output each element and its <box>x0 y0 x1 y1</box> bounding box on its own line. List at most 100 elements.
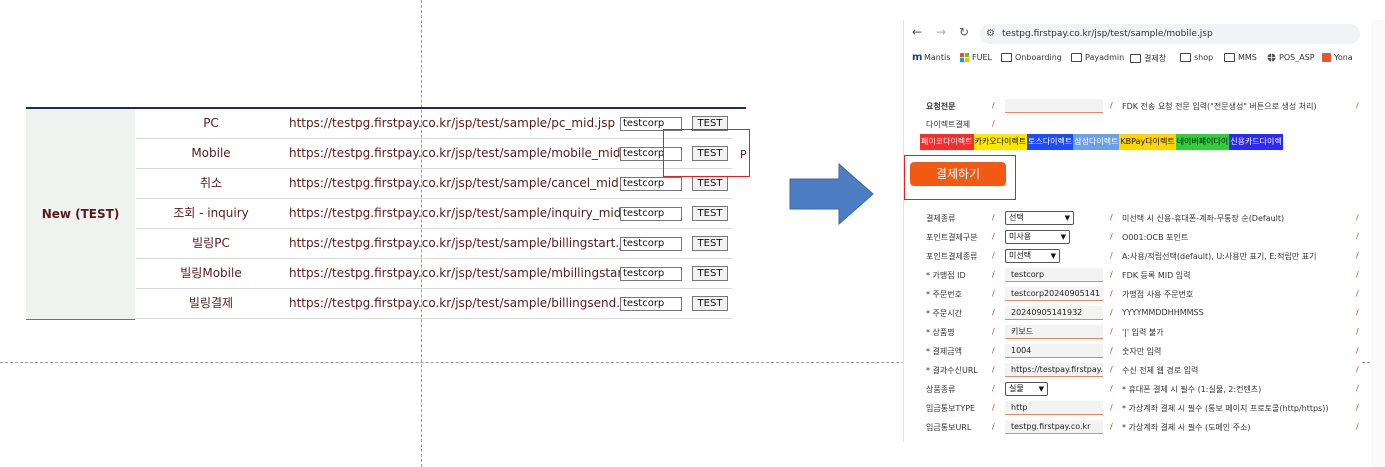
slash: / <box>1110 327 1113 336</box>
field-label: * 가맹점 ID <box>926 271 966 280</box>
field-desc: * 가상계좌 결제 시 필수 (통보 페이지 프로토콜(http/https)) <box>1122 404 1329 413</box>
bookmark-item[interactable]: Payadmin <box>1071 53 1124 62</box>
slash: / <box>1110 308 1113 317</box>
field-desc: 미선택 시 신용-휴대폰-계좌-무통장 순(Default) <box>1122 214 1285 223</box>
direct-pay-button[interactable]: 신용카드다이렉 <box>1229 134 1283 150</box>
slash: / <box>992 422 995 431</box>
highlight-box-left <box>663 129 750 177</box>
slash: / <box>992 101 995 110</box>
row-url: https://testpg.firstpay.co.kr/jsp/test/s… <box>289 296 638 310</box>
bookmark-item[interactable]: Onboarding <box>1001 53 1062 62</box>
field-label: * 주문시간 <box>926 309 962 318</box>
bookmark-item[interactable]: MMS <box>1224 53 1257 62</box>
browser-window: ← → ↻ ⚙ testpg.firstpay.co.kr/jsp/test/s… <box>903 20 1360 442</box>
form-input[interactable]: testcorp <box>1005 268 1103 282</box>
form-input[interactable]: 20240905141932 <box>1005 306 1103 320</box>
slash: / <box>992 289 995 298</box>
test-button[interactable]: TEST <box>692 206 728 221</box>
form-input[interactable]: testpg.firstpay.co.kr <box>1005 420 1103 434</box>
slash: / <box>1356 384 1359 393</box>
reload-icon[interactable]: ↻ <box>959 25 969 39</box>
site-settings-icon[interactable]: ⚙ <box>986 24 995 44</box>
bookmark-label: Onboarding <box>1015 53 1062 62</box>
field-label: * 결과수신URL <box>926 366 978 375</box>
slash: / <box>1110 384 1113 393</box>
mid-input[interactable]: testcorp <box>620 237 682 251</box>
scrollbar[interactable] <box>1371 20 1385 467</box>
folder-icon <box>1001 53 1012 62</box>
bookmark-item[interactable]: shop <box>1180 53 1213 62</box>
bookmark-item[interactable]: FUEL <box>960 53 992 62</box>
bookmark-item[interactable]: m Mantis <box>912 53 950 63</box>
chevron-down-icon: ▼ <box>1050 252 1056 260</box>
bookmark-label: POS_ASP <box>1279 53 1315 62</box>
form-row: * 상품명 / 키보드 / '|' 입력 불가 / <box>904 324 1360 340</box>
test-button[interactable]: TEST <box>692 236 728 251</box>
slash: / <box>992 270 995 279</box>
form-select[interactable]: 선택 ▼ <box>1005 211 1074 225</box>
field-desc: * 가상계좌 결제 시 필수 (도메인 주소) <box>1122 423 1251 432</box>
direct-pay-buttons: 페이코다이렉트 카카오다이렉트 토스다이렉트 삼성다이렉트 KBPay다이렉트 네이버페이… <box>920 134 1283 150</box>
table-row: PC https://testpg.firstpay.co.kr/jsp/test… <box>136 109 732 139</box>
mid-input[interactable]: testcorp <box>620 267 682 281</box>
bookmark-item[interactable]: POS_ASP <box>1267 53 1315 62</box>
form-select[interactable]: 실물 ▼ <box>1005 382 1048 396</box>
row-name: 빌링Mobile <box>180 266 242 280</box>
direct-pay-button[interactable]: 네이버페이다이 <box>1175 134 1230 150</box>
field-label: 상품종류 <box>926 385 956 394</box>
form-input[interactable]: 키보드 <box>1005 325 1103 339</box>
field-desc: YYYYMMDDHHMMSS <box>1122 308 1204 317</box>
form-row: * 주문번호 / testcorp20240905141 / 가맹점 사용 주문번호 / <box>904 286 1360 302</box>
slash: / <box>1356 403 1359 412</box>
slash: / <box>1356 365 1359 374</box>
address-field[interactable]: ⚙ testpg.firstpay.co.kr/jsp/test/sample/… <box>980 24 1360 44</box>
form-select[interactable]: 미선택 ▼ <box>1005 249 1060 263</box>
slash: / <box>992 119 995 128</box>
direct-pay-button[interactable]: 토스다이렉트 <box>1027 134 1074 150</box>
slash: / <box>992 327 995 336</box>
direct-pay-button[interactable]: 카카오다이렉트 <box>973 134 1028 150</box>
folder-icon <box>1180 53 1191 62</box>
form-row: * 주문시간 / 20240905141932 / YYYYMMDDHHMMSS / <box>904 305 1360 321</box>
test-button[interactable]: TEST <box>692 176 728 191</box>
test-button[interactable]: TEST <box>692 296 728 311</box>
row-url: https://testpg.firstpay.co.kr/jsp/test/s… <box>289 206 643 220</box>
row-name: PC <box>203 116 219 130</box>
direct-pay-button[interactable]: 삼성다이렉트 <box>1073 134 1120 150</box>
slash: / <box>992 403 995 412</box>
address-text: testpg.firstpay.co.kr/jsp/test/sample/mo… <box>1002 29 1213 39</box>
bookmarks-bar: m Mantis FUEL Onboarding Payadmin 결제창 shop MMS P… <box>904 50 1360 68</box>
request-input[interactable] <box>1005 99 1103 113</box>
folder-icon <box>1130 54 1141 63</box>
field-desc: 숫자만 입력 <box>1122 347 1162 356</box>
form-input[interactable]: 1004 <box>1005 344 1103 358</box>
mid-input[interactable]: testcorp <box>620 207 682 221</box>
field-label: 입금통보TYPE <box>926 404 976 413</box>
direct-pay-button[interactable]: KBPay다이렉트 <box>1119 134 1176 150</box>
row-name: 빌링결제 <box>188 296 234 310</box>
form-select[interactable]: 미사용 ▼ <box>1005 230 1070 244</box>
slash: / <box>1356 289 1359 298</box>
direct-label: 다이렉트결제 <box>926 120 971 129</box>
form-input[interactable]: https://testpay.firstpay.c <box>1005 363 1103 377</box>
bookmark-item[interactable]: 결제창 <box>1130 53 1166 64</box>
form-input[interactable]: testcorp20240905141 <box>1005 287 1103 301</box>
folder-icon <box>1224 53 1235 62</box>
form-input[interactable]: http <box>1005 401 1103 415</box>
form-row: 포인트결제구분 / 미사용 ▼ / O001:OCB 포인트 / <box>904 229 1360 245</box>
mid-input[interactable]: testcorp <box>620 297 682 311</box>
row-name: 빌링PC <box>192 236 230 250</box>
slash: / <box>1356 251 1359 260</box>
form-row: 포인트결제종류 / 미선택 ▼ / A:사용/적립선택(default), U:사용만 표… <box>904 248 1360 264</box>
request-desc: FDK 전송 요청 전문 입력("전문생성" 버튼으로 생성 처리) <box>1122 102 1317 111</box>
mid-input[interactable]: testcorp <box>620 177 682 191</box>
slash: / <box>1110 251 1113 260</box>
back-icon[interactable]: ← <box>912 25 922 39</box>
slash: / <box>1110 403 1113 412</box>
forward-icon[interactable]: → <box>936 25 946 39</box>
bookmark-label: 결제창 <box>1144 54 1167 63</box>
direct-pay-button[interactable]: 페이코다이렉트 <box>920 134 974 150</box>
bookmark-item[interactable]: Yona <box>1322 53 1353 62</box>
test-button[interactable]: TEST <box>692 266 728 281</box>
field-desc: FDK 등록 MID 입력 <box>1122 271 1191 280</box>
